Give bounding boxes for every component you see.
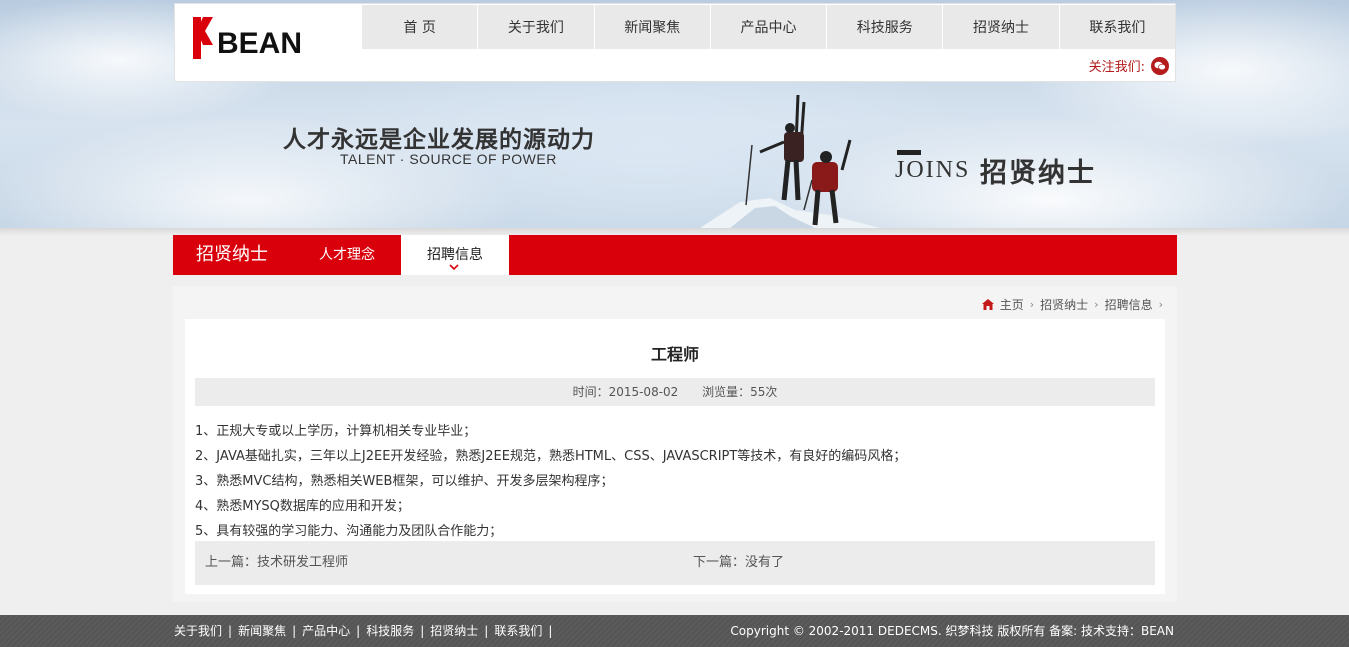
article-line: 1、正规大专或以上学历，计算机相关专业毕业； <box>195 424 477 439</box>
tab-job-info[interactable]: 招聘信息 <box>401 235 509 275</box>
follow-us: 关注我们: <box>1089 56 1169 75</box>
section-title: 招贤纳士 <box>196 244 268 265</box>
joins-bar <box>897 150 921 155</box>
footer-link-products[interactable]: 产品中心 <box>302 615 350 647</box>
next-article-link[interactable]: 下一篇：没有了 <box>693 541 784 585</box>
breadcrumb: 主页 › 招贤纳士 › 招聘信息 › <box>981 296 1163 313</box>
article-views: 浏览量：55次 <box>702 385 778 399</box>
home-icon[interactable] <box>981 299 994 310</box>
joins-en-title: JOINS <box>895 157 971 183</box>
nav-about[interactable]: 关于我们 <box>478 5 595 49</box>
joins-cn-title: 招贤纳士 <box>980 158 1096 189</box>
breadcrumb-jobs[interactable]: 招贤纳士 <box>1040 296 1088 313</box>
banner-slogan-en: TALENT · SOURCE OF POWER <box>340 151 557 167</box>
article-meta: 时间：2015-08-02 浏览量：55次 <box>195 378 1155 406</box>
chevron-right-icon: › <box>1094 298 1099 311</box>
breadcrumb-job-info[interactable]: 招聘信息 <box>1105 296 1153 313</box>
copyright: Copyright © 2002-2011 DEDECMS. 织梦科技 版权所有… <box>730 624 1174 638</box>
site-header: BEAN 首 页 关于我们 新闻聚焦 产品中心 科技服务 招贤纳士 联系我们 关… <box>174 3 1176 82</box>
tab-job-info-label: 招聘信息 <box>427 247 483 263</box>
chevron-right-icon: › <box>1029 298 1035 311</box>
nav-products[interactable]: 产品中心 <box>710 5 828 49</box>
article-line: 2、JAVA基础扎实，三年以上J2EE开发经验，熟悉J2EE规范，熟悉HTML、… <box>195 449 907 464</box>
logo-text: BEAN <box>217 27 303 60</box>
logo[interactable]: BEAN <box>193 17 313 60</box>
section-nav: 招贤纳士 人才理念 招聘信息 <box>173 235 1177 275</box>
footer-link-contact[interactable]: 联系我们 <box>494 615 542 647</box>
breadcrumb-home[interactable]: 主页 <box>1000 296 1024 313</box>
footer-link-jobs[interactable]: 招贤纳士 <box>430 615 478 647</box>
climbers-illustration <box>700 94 880 228</box>
footer-link-news[interactable]: 新闻聚焦 <box>238 615 286 647</box>
article-time: 时间：2015-08-02 <box>572 385 679 399</box>
article-line: 3、熟悉MVC结构，熟悉相关WEB框架，可以维护、开发多层架构程序； <box>195 474 614 489</box>
article-title: 工程师 <box>650 345 699 364</box>
footer-links: 关于我们 | 新闻聚焦 | 产品中心 | 科技服务 | 招贤纳士 | 联系我们 | <box>174 615 558 647</box>
logo-mark-icon <box>193 17 213 59</box>
chevron-down-icon <box>449 264 459 270</box>
footer-link-services[interactable]: 科技服务 <box>366 615 414 647</box>
nav-services[interactable]: 科技服务 <box>827 5 944 49</box>
tab-talent-concept[interactable]: 人才理念 <box>319 235 375 275</box>
follow-label: 关注我们: <box>1088 60 1145 75</box>
prev-article-link[interactable]: 上一篇：技术研发工程师 <box>205 541 348 585</box>
nav-jobs[interactable]: 招贤纳士 <box>943 5 1060 49</box>
banner-slogan: 人才永远是企业发展的源动力 <box>283 127 595 153</box>
wechat-icon[interactable] <box>1151 56 1169 75</box>
footer-link-about[interactable]: 关于我们 <box>174 615 222 647</box>
article: 工程师 时间：2015-08-02 浏览量：55次 1、正规大专或以上学历，计算… <box>185 319 1165 594</box>
nav-contact[interactable]: 联系我们 <box>1059 5 1175 49</box>
site-footer: 关于我们 | 新闻聚焦 | 产品中心 | 科技服务 | 招贤纳士 | 联系我们 | Copy… <box>0 615 1349 647</box>
nav-news[interactable]: 新闻聚焦 <box>594 5 711 49</box>
chevron-right-icon: › <box>1158 298 1163 311</box>
prev-next-nav: 上一篇：技术研发工程师 下一篇：没有了 <box>195 541 1155 585</box>
content-area: 主页 › 招贤纳士 › 招聘信息 › 工程师 时间：2015-08-02 浏览量… <box>173 286 1177 602</box>
article-line: 4、熟悉MYSQ数据库的应用和开发； <box>195 499 410 514</box>
article-body: 1、正规大专或以上学历，计算机相关专业毕业； 2、JAVA基础扎实，三年以上J2… <box>195 419 1155 544</box>
nav-home[interactable]: 首 页 <box>362 5 479 49</box>
main-nav: 首 页 关于我们 新闻聚焦 产品中心 科技服务 招贤纳士 联系我们 <box>362 5 1175 49</box>
